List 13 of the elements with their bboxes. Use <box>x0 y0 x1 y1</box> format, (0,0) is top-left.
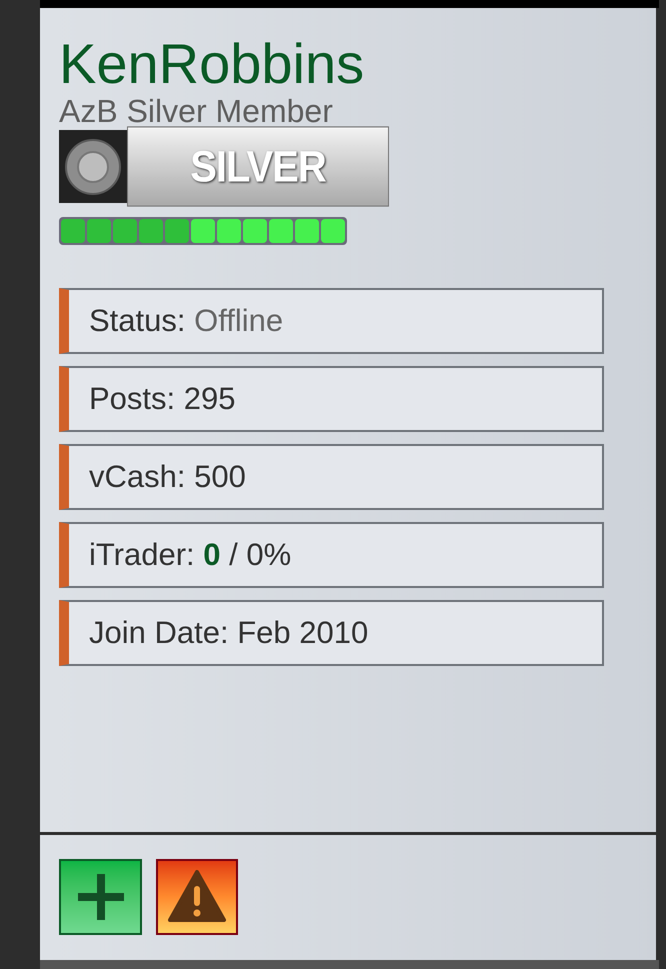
warning-icon <box>168 870 226 924</box>
rank-badge: SILVER <box>127 126 389 207</box>
username[interactable]: KenRobbins <box>59 34 656 94</box>
stat-text: iTrader: 0 / 0% <box>89 536 292 574</box>
stat-text: vCash: 500 <box>89 458 246 496</box>
plus-icon <box>78 874 124 920</box>
report-button[interactable] <box>156 859 238 935</box>
stat-text: Join Date: Feb 2010 <box>89 614 368 652</box>
stat-text: Posts: 295 <box>89 380 236 418</box>
stat-text: Status: Offline <box>89 302 284 340</box>
user-title: AzB Silver Member <box>59 94 334 128</box>
add-button[interactable] <box>59 859 142 935</box>
coin-icon <box>59 130 127 203</box>
